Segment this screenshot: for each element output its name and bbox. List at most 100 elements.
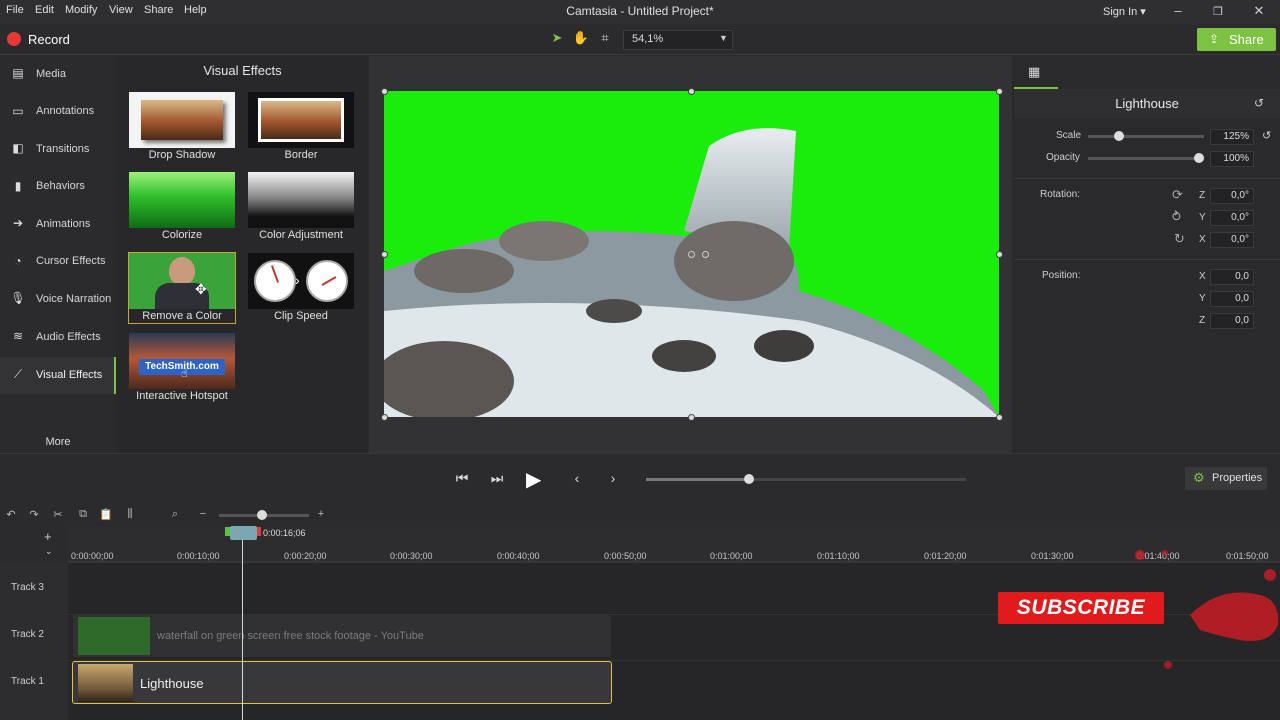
subscribe-text: SUBSCRIBE (1016, 596, 1146, 619)
rotation-handle[interactable] (702, 251, 709, 258)
sidebar-item-label: Annotations (36, 105, 95, 117)
crop-tool-icon[interactable]: ⌗ (595, 30, 615, 50)
paste-icon[interactable]: 📋 (99, 508, 113, 521)
opacity-value[interactable]: 100% (1210, 151, 1254, 167)
sign-in-menu[interactable]: Sign In ▾ (1103, 5, 1146, 18)
zoom-out-icon[interactable]: − (196, 508, 210, 520)
split-icon[interactable]: ⫼ (123, 508, 137, 521)
track-header-1[interactable] (0, 660, 68, 720)
cursor-effects-icon: ◔ (14, 254, 22, 268)
clip-speed-thumbnail: › (248, 253, 354, 309)
chevron-down-icon[interactable]: ▼ (719, 33, 728, 43)
pan-tool-icon[interactable]: ✋ (571, 30, 591, 50)
position-x-value[interactable]: 0,0 (1210, 269, 1254, 285)
minimize-icon[interactable]: – (1168, 3, 1188, 18)
rotation-z-value[interactable]: 0,0° (1210, 188, 1254, 204)
sidebar-item-behaviors[interactable]: ▮ Behaviors (0, 168, 116, 205)
select-tool-icon[interactable]: ➤ (547, 30, 567, 50)
add-track-icon[interactable]: + (44, 529, 52, 544)
scrub-knob[interactable] (744, 474, 754, 484)
effect-colorize[interactable]: Colorize (129, 172, 235, 242)
effect-remove-a-color[interactable]: ✥ Remove a Color (128, 252, 236, 324)
rotate-y-icon: ⥁ (1172, 209, 1181, 224)
resize-handle[interactable] (996, 88, 1003, 95)
clip-label: Lighthouse (140, 676, 204, 691)
axis-y-label: Y (1199, 212, 1206, 223)
next-icon[interactable]: › (603, 470, 623, 486)
position-y-value[interactable]: 0,0 (1210, 291, 1254, 307)
scale-slider-knob[interactable] (1114, 131, 1124, 141)
opacity-slider-knob[interactable] (1194, 153, 1204, 163)
media-icon: ▤ (12, 66, 24, 80)
sidebar-item-voice-narration[interactable]: 🎙 Voice Narration (0, 281, 116, 318)
sidebar-item-audio-effects[interactable]: ≋ Audio Effects (0, 319, 116, 356)
app-title: Camtasia - Untitled Project* (566, 4, 714, 18)
record-icon[interactable] (7, 32, 21, 46)
position-z-value[interactable]: 0,0 (1210, 313, 1254, 329)
sidebar-item-visual-effects[interactable]: ⟋ Visual Effects (0, 357, 116, 394)
properties-button-label: Properties (1212, 472, 1263, 484)
step-forward-icon[interactable]: ⏭ (487, 470, 507, 487)
redo-icon[interactable]: ↷ (27, 508, 41, 521)
close-icon[interactable]: ✕ (1249, 3, 1269, 19)
effect-label: Drop Shadow (148, 149, 216, 161)
resize-handle[interactable] (996, 251, 1003, 258)
effect-color-adjustment[interactable]: Color Adjustment (248, 172, 354, 242)
visual-properties-tab[interactable]: ▦ (1014, 56, 1058, 89)
scale-value[interactable]: 125% (1210, 129, 1254, 145)
rotation-center-handle[interactable] (688, 251, 695, 258)
chevron-right-icon: › (295, 272, 300, 288)
scrub-progress (646, 478, 749, 481)
effect-label: Interactive Hotspot (136, 390, 228, 402)
axis-x-label: X (1199, 234, 1206, 245)
resize-handle[interactable] (996, 414, 1003, 421)
rotate-x-icon: ↻ (1174, 231, 1185, 246)
ruler-tick-label: 0:00:00;00 (71, 551, 114, 561)
effect-interactive-hotspot[interactable]: TechSmith.com ☝ Interactive Hotspot (129, 333, 235, 403)
film-icon: ▦ (1028, 64, 1041, 79)
record-button[interactable]: Record (28, 32, 70, 47)
scale-slider[interactable] (1088, 135, 1204, 138)
scale-reset-icon[interactable]: ↺ (1262, 129, 1271, 142)
rotation-y-value[interactable]: 0,0° (1210, 210, 1254, 226)
chevron-down-icon[interactable]: ⌄ (45, 546, 53, 557)
resize-handle[interactable] (381, 88, 388, 95)
resize-handle[interactable] (381, 251, 388, 258)
effect-drop-shadow[interactable]: Drop Shadow (129, 92, 235, 162)
magic-wand-icon: ⟋ (13, 367, 23, 381)
sidebar-item-annotations[interactable]: ▭ Annotations (0, 93, 116, 130)
resize-handle[interactable] (688, 88, 695, 95)
ruler-tick-label: 0:01:00;00 (710, 551, 753, 561)
playhead[interactable] (230, 526, 257, 540)
sidebar-item-animations[interactable]: ➔ Animations (0, 206, 116, 243)
more-button[interactable]: More (0, 436, 116, 448)
ruler-tick-label: 0:01:20;00 (924, 551, 967, 561)
sidebar-item-media[interactable]: ▤ Media (0, 56, 116, 93)
cut-icon[interactable]: ✂ (51, 508, 65, 521)
step-back-icon[interactable]: ⏮ (452, 470, 472, 487)
colorize-thumbnail (129, 172, 235, 228)
timeline-zoom-knob[interactable] (257, 510, 267, 520)
play-icon[interactable]: ▶ (526, 467, 550, 492)
rotation-x-value[interactable]: 0,0° (1210, 232, 1254, 248)
zoom-in-icon[interactable]: + (314, 508, 328, 520)
copy-icon[interactable]: ⧉ (76, 508, 90, 521)
zoom-icon[interactable]: ⌕ (168, 508, 182, 521)
undo-icon[interactable]: ↶ (4, 508, 18, 521)
sidebar-item-transitions[interactable]: ◧ Transitions (0, 131, 116, 168)
restore-icon[interactable]: ❐ (1208, 5, 1228, 18)
axis-z-label: Z (1199, 190, 1206, 201)
sidebar-item-cursor-effects[interactable]: ◔ Cursor Effects (0, 243, 116, 280)
previous-icon[interactable]: ‹ (567, 470, 587, 486)
effect-border[interactable]: Border (248, 92, 354, 162)
zoom-value: 54,1% (632, 33, 664, 45)
opacity-slider[interactable] (1088, 157, 1204, 160)
resize-handle[interactable] (688, 414, 695, 421)
resize-handle[interactable] (381, 414, 388, 421)
move-cursor-icon: ✥ (195, 281, 207, 297)
sidebar-item-label: Animations (36, 218, 91, 230)
transitions-icon: ◧ (12, 141, 24, 155)
effect-clip-speed[interactable]: › Clip Speed (248, 253, 354, 323)
axis-z-label: Z (1199, 315, 1206, 326)
reset-icon[interactable]: ↺ (1254, 96, 1264, 110)
